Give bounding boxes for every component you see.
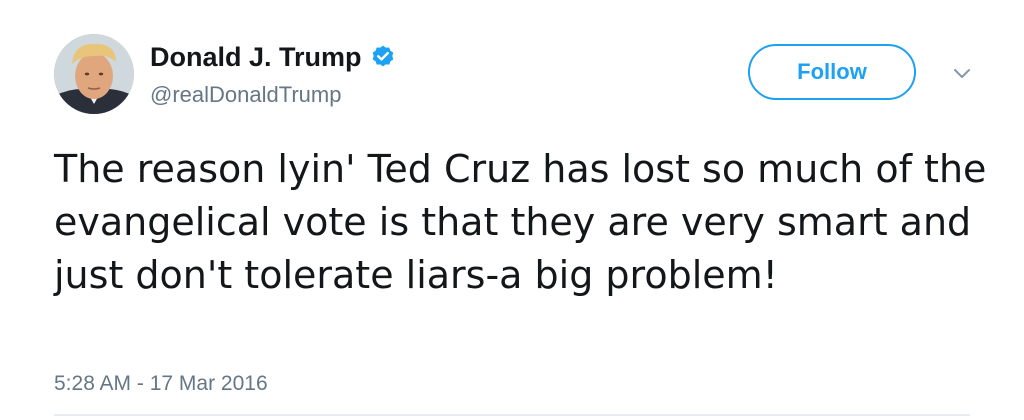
divider (54, 414, 970, 416)
tweet-timestamp[interactable]: 5:28 AM - 17 Mar 2016 (54, 372, 268, 396)
tweet-card: Donald J. Trump @realDonaldTrump Follow … (0, 0, 1024, 420)
avatar[interactable] (54, 34, 134, 114)
display-name: Donald J. Trump (150, 41, 362, 72)
chevron-down-icon[interactable] (950, 64, 974, 84)
author-handle[interactable]: @realDonaldTrump (150, 82, 341, 108)
author-name-row[interactable]: Donald J. Trump (150, 40, 396, 74)
tweet-text: The reason lyin' Ted Cruz has lost so mu… (54, 147, 987, 297)
verified-badge-icon (370, 44, 396, 70)
follow-button[interactable]: Follow (748, 44, 916, 100)
profile-photo-icon (54, 34, 134, 114)
